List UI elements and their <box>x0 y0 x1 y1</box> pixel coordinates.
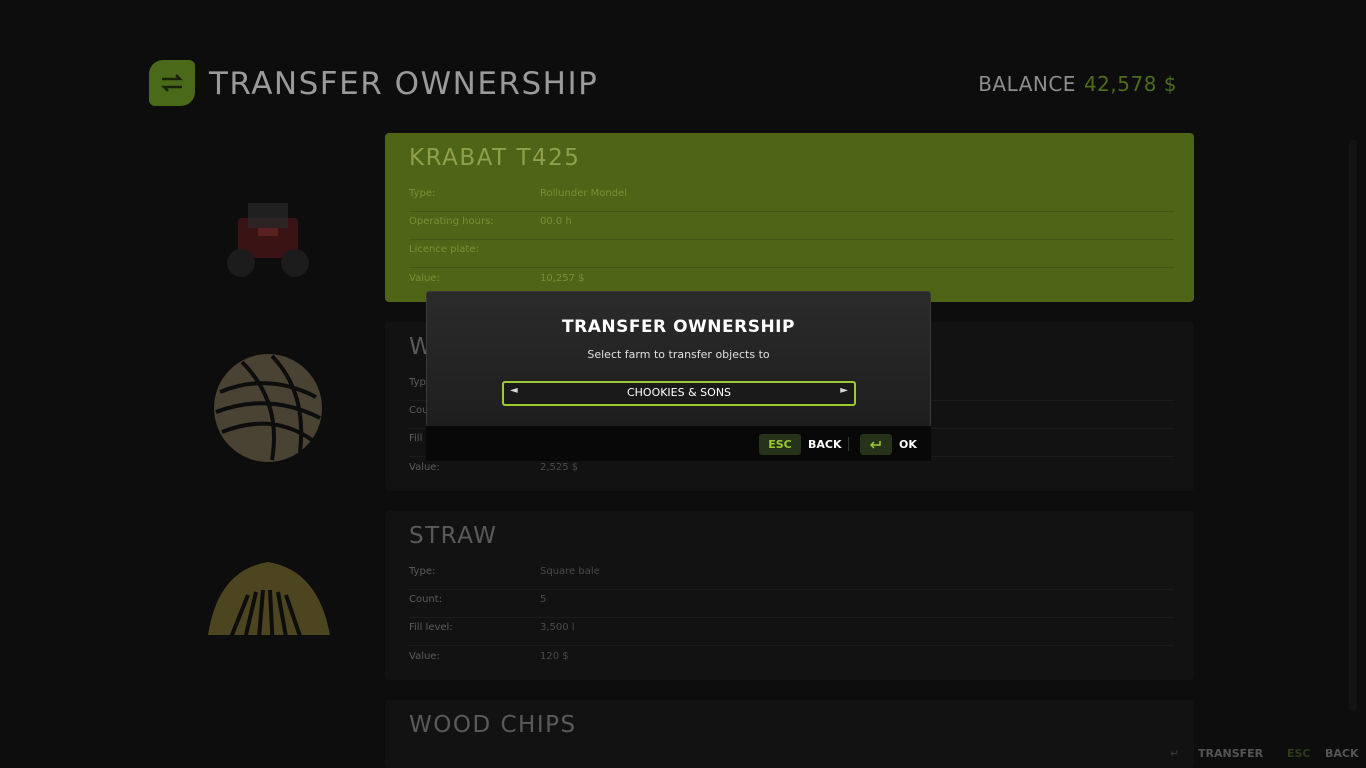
detail-row: Licence plate: <box>409 239 1174 268</box>
detail-row: Count: 5 <box>409 589 1174 618</box>
item-panel-krabat[interactable]: KRABAT T425 Type: Rollunder Mondel Operat… <box>385 133 1194 302</box>
back-button[interactable]: BACK <box>808 438 842 451</box>
balance-value: 42,578 $ <box>1083 72 1177 96</box>
detail-row: Operating hours: 00.0 h <box>409 211 1174 240</box>
enter-key-icon: ↵ <box>1170 747 1180 760</box>
bottom-hint-bar: ↵ TRANSFER ESC BACK <box>1160 740 1366 768</box>
detail-row: Value: 2,525 $ <box>409 462 579 473</box>
balance-label: BALANCE <box>978 72 1076 96</box>
farm-selector[interactable]: ◄ CHOOKIES & SONS ► <box>502 381 856 406</box>
wool-icon <box>195 340 340 475</box>
back-hint-button[interactable]: BACK <box>1325 747 1359 760</box>
farm-selector-value: CHOOKIES & SONS <box>626 386 732 399</box>
arrow-right-icon[interactable]: ► <box>840 385 848 396</box>
transfer-icon <box>149 60 195 106</box>
dialog-subtitle: Select farm to transfer objects to <box>587 348 770 361</box>
scrollbar[interactable] <box>1349 140 1357 710</box>
transfer-button[interactable]: TRANSFER <box>1198 747 1263 760</box>
item-title: WOOD CHIPS <box>409 712 577 738</box>
item-panel-wood-chips[interactable]: WOOD CHIPS <box>385 700 1194 768</box>
esc-key-hint[interactable]: ESC <box>1287 747 1311 760</box>
ok-button[interactable]: OK <box>899 438 917 451</box>
dialog-body: TRANSFER OWNERSHIP Select farm to transf… <box>426 291 931 427</box>
tractor-image <box>195 170 340 305</box>
item-title: STRAW <box>409 523 498 549</box>
esc-key-button[interactable]: ESC <box>759 434 801 455</box>
page-title: TRANSFER OWNERSHIP <box>209 66 599 102</box>
detail-row: Value: 120 $ <box>409 651 569 662</box>
straw-icon <box>195 535 340 670</box>
detail-row: Type: Square bale <box>409 561 1174 590</box>
detail-row: Fill level: 3,500 l <box>409 617 1174 646</box>
enter-key-icon[interactable] <box>860 434 892 455</box>
dialog-footer: ESC BACK OK <box>426 426 931 461</box>
item-title: KRABAT T425 <box>409 145 581 171</box>
divider <box>848 437 849 451</box>
page-header: TRANSFER OWNERSHIP BALANCE 42,578 $ <box>149 60 1189 110</box>
item-panel-straw[interactable]: STRAW Type: Square bale Count: 5 Fill leve… <box>385 511 1194 680</box>
dialog-title: TRANSFER OWNERSHIP <box>562 317 795 337</box>
transfer-dialog: TRANSFER OWNERSHIP Select farm to transf… <box>426 291 931 461</box>
detail-row: Type: Rollunder Mondel <box>409 183 1174 212</box>
balance-display: BALANCE 42,578 $ <box>978 72 1177 96</box>
